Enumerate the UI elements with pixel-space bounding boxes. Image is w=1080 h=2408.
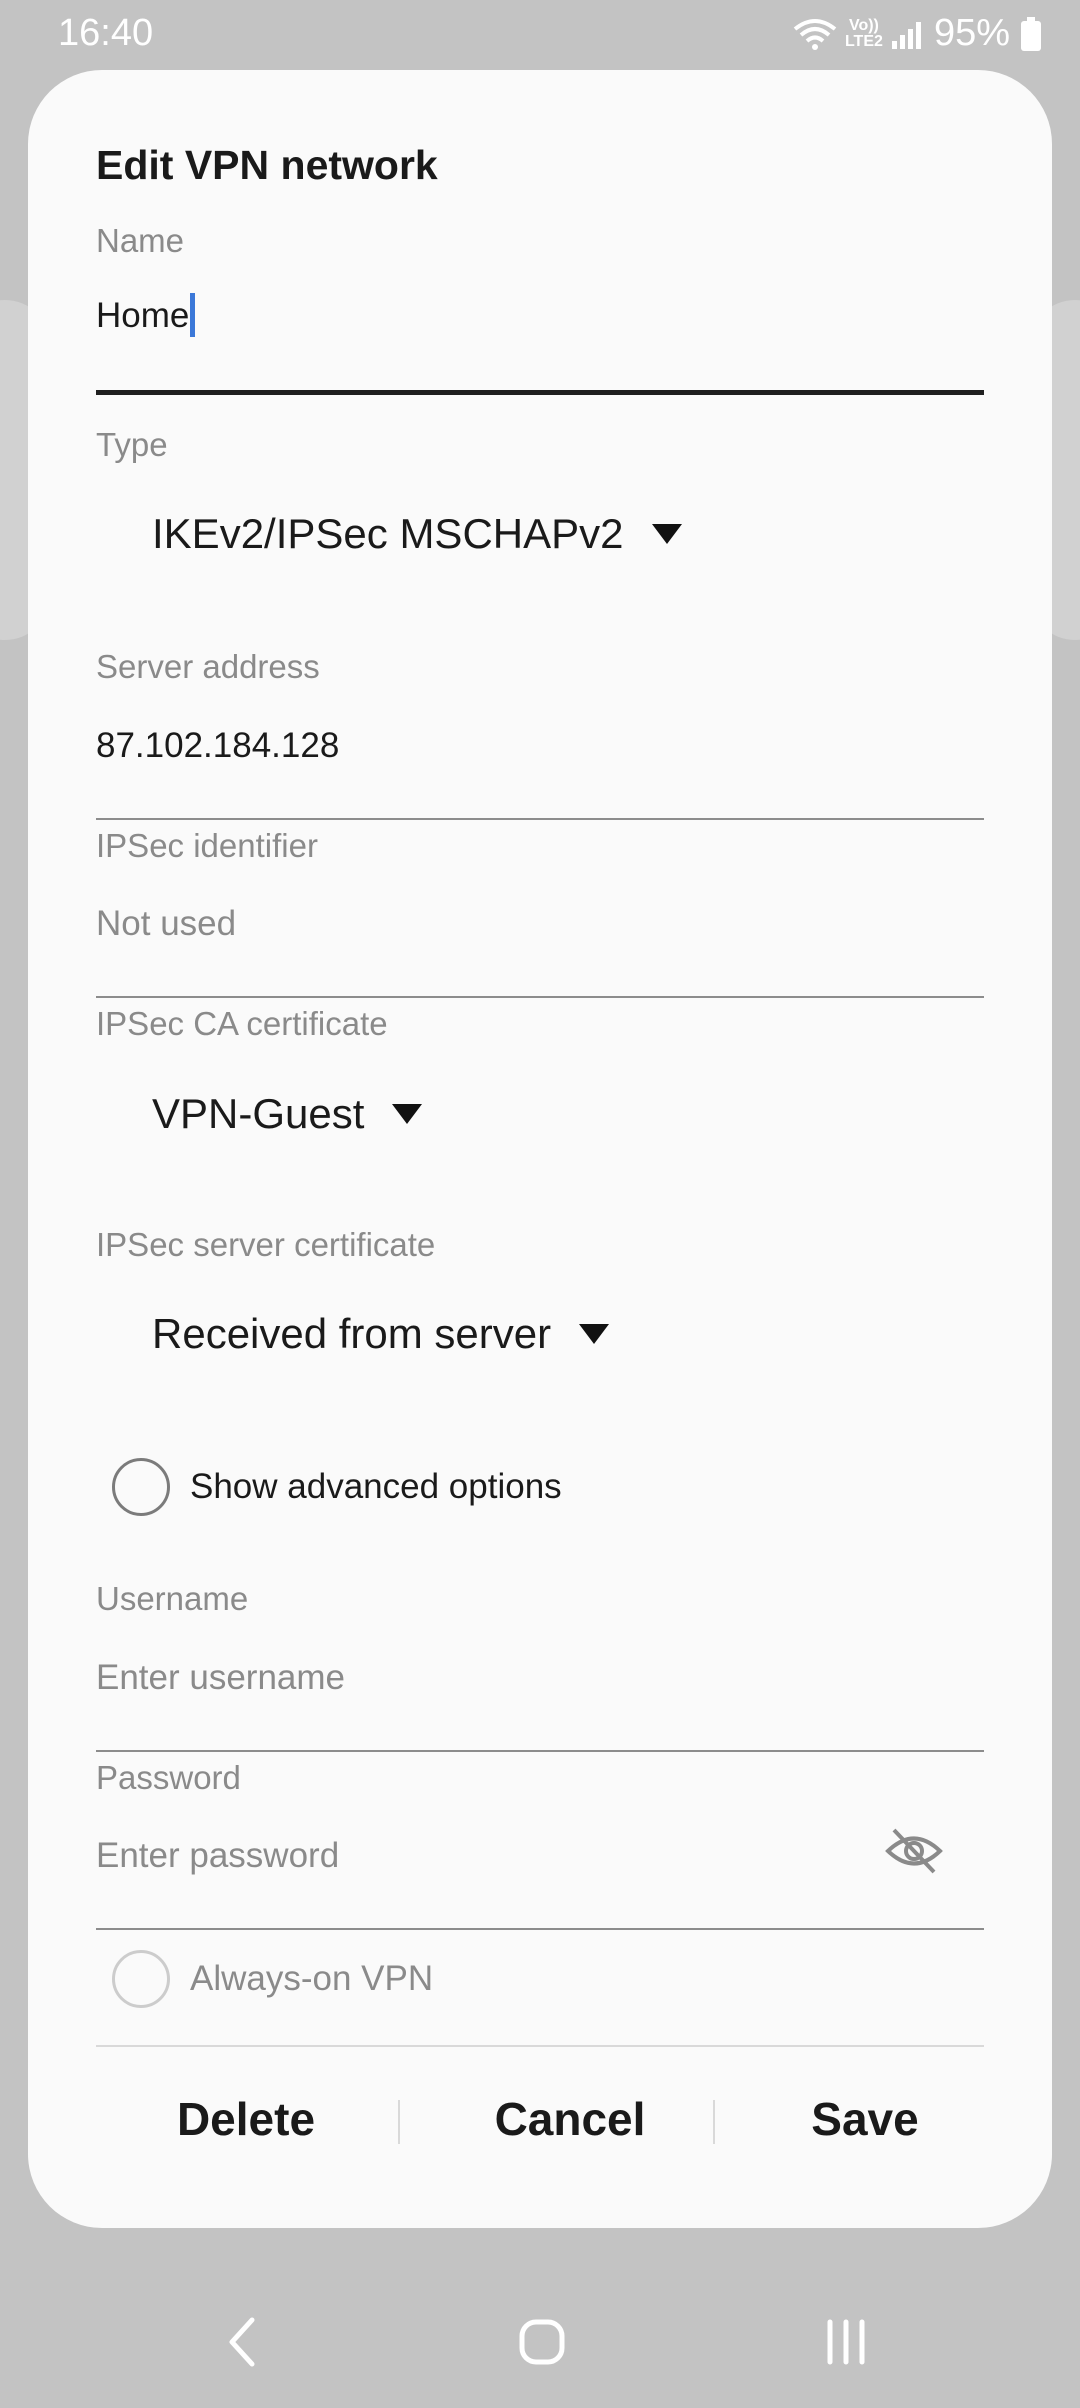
divider — [96, 2045, 984, 2047]
checkbox-circle — [112, 1950, 170, 2008]
username-label: Username — [96, 1580, 249, 1617]
battery-percent: 95% — [933, 12, 1010, 54]
delete-button[interactable]: Delete — [96, 2092, 396, 2146]
always-on-vpn-checkbox[interactable]: Always-on VPN — [112, 1950, 433, 2008]
status-time: 16:40 — [58, 12, 154, 54]
network-label: Vo)) LTE2 — [844, 16, 883, 50]
status-icons: Vo)) LTE2 95% — [792, 12, 1042, 55]
server-address-label: Server address — [96, 648, 320, 685]
name-underline — [96, 390, 984, 395]
type-dropdown[interactable]: IKEv2/IPSec MSCHAPv2 — [152, 510, 682, 558]
name-field[interactable]: Home — [96, 292, 196, 337]
server-address-field[interactable]: 87.102.184.128 — [96, 726, 339, 766]
name-value: Home — [96, 296, 190, 335]
wifi-icon — [793, 18, 837, 50]
signal-icon — [891, 21, 921, 49]
server-address-underline — [96, 818, 984, 820]
back-icon[interactable] — [226, 2316, 256, 2368]
ipsec-identifier-placeholder: Not used — [96, 904, 237, 943]
checkbox-circle — [112, 1458, 170, 1516]
ipsec-server-certificate-dropdown[interactable]: Received from server — [152, 1310, 610, 1358]
eye-off-icon[interactable] — [884, 1826, 944, 1876]
ipsec-ca-certificate-dropdown[interactable]: VPN-Guest — [152, 1090, 423, 1138]
text-cursor — [190, 292, 196, 337]
password-underline — [96, 1928, 984, 1930]
username-field[interactable]: Enter username — [96, 1658, 345, 1698]
type-value: IKEv2/IPSec MSCHAPv2 — [152, 510, 624, 557]
show-advanced-options-label: Show advanced options — [190, 1467, 562, 1506]
navigation-bar — [0, 2268, 1080, 2408]
cancel-button[interactable]: Cancel — [400, 2092, 740, 2146]
ipsec-ca-certificate-label: IPSec CA certificate — [96, 1005, 388, 1042]
ipsec-ca-certificate-value: VPN-Guest — [152, 1090, 365, 1137]
dropdown-caret-icon — [392, 1104, 423, 1124]
status-bar: 16:40 Vo)) LTE2 95% — [0, 0, 1080, 68]
show-advanced-options-checkbox[interactable]: Show advanced options — [112, 1458, 562, 1516]
always-on-vpn-label: Always-on VPN — [190, 1959, 434, 1998]
ipsec-identifier-label: IPSec identifier — [96, 827, 318, 864]
ipsec-server-certificate-value: Received from server — [152, 1310, 552, 1357]
dialog-title: Edit VPN network — [96, 142, 438, 188]
battery-icon — [1021, 16, 1041, 51]
dropdown-caret-icon — [579, 1324, 610, 1344]
dropdown-caret-icon — [651, 524, 682, 544]
password-label: Password — [96, 1759, 241, 1796]
ipsec-server-certificate-label: IPSec server certificate — [96, 1226, 436, 1263]
password-placeholder: Enter password — [96, 1836, 340, 1875]
save-button[interactable]: Save — [715, 2092, 1015, 2146]
recents-icon[interactable] — [822, 2318, 870, 2366]
edit-vpn-dialog: Edit VPN network Name Home Type IKEv2/IP… — [28, 70, 1052, 2228]
type-label: Type — [96, 426, 168, 463]
ipsec-identifier-underline — [96, 996, 984, 998]
ipsec-identifier-field[interactable]: Not used — [96, 904, 236, 944]
home-icon[interactable] — [518, 2318, 566, 2366]
name-label: Name — [96, 222, 185, 259]
username-placeholder: Enter username — [96, 1658, 346, 1697]
password-field[interactable]: Enter password — [96, 1836, 339, 1876]
server-address-value: 87.102.184.128 — [96, 726, 340, 765]
username-underline — [96, 1750, 984, 1752]
